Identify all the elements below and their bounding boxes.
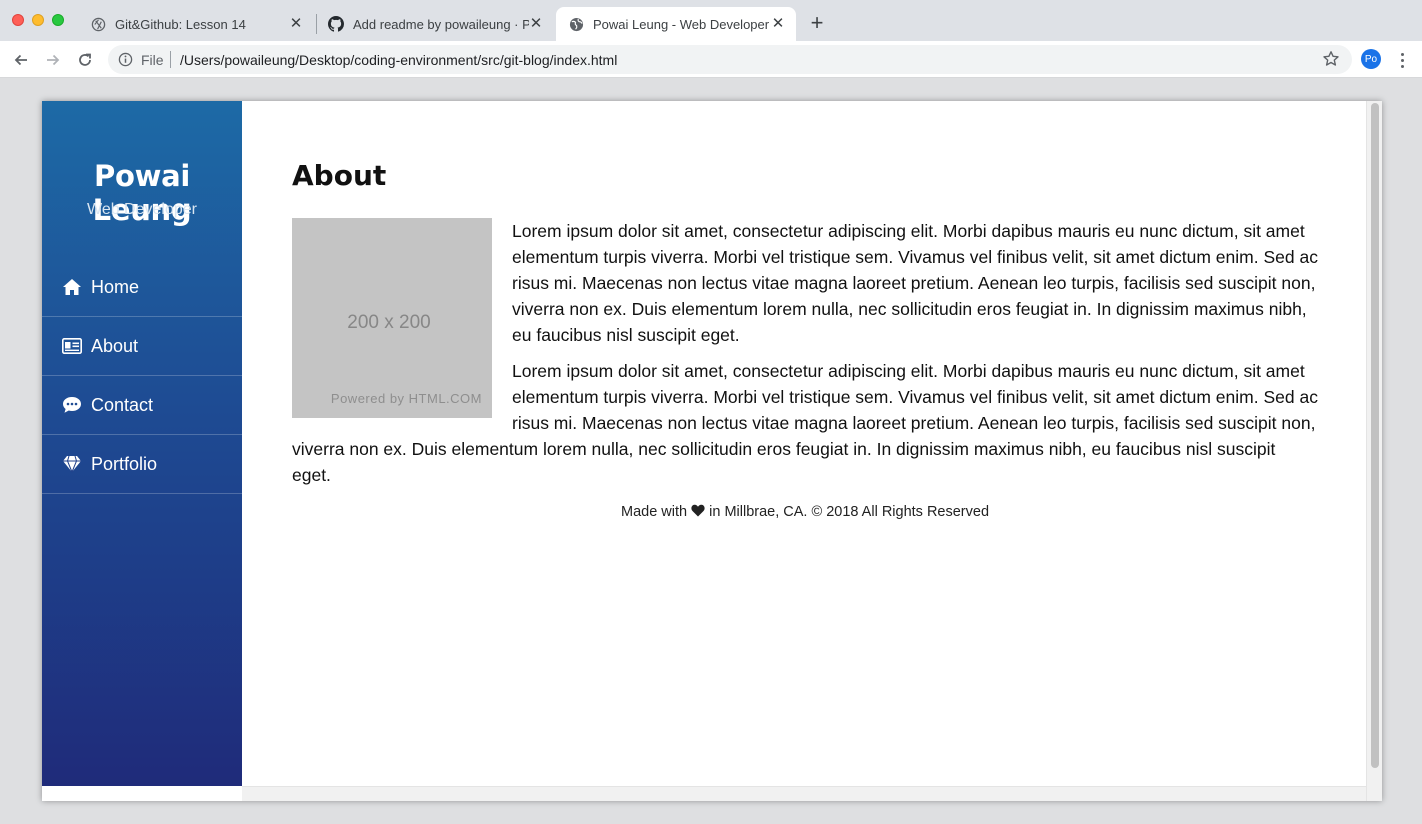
- sidebar-item-contact[interactable]: Contact: [42, 376, 242, 435]
- vertical-scrollbar[interactable]: [1366, 101, 1382, 801]
- close-window-button[interactable]: [12, 14, 24, 26]
- placeholder-image: 200 x 200 Powered by HTML.COM: [292, 218, 492, 418]
- bookmark-star-icon[interactable]: [1322, 50, 1340, 68]
- url-text[interactable]: /Users/powaileung/Desktop/coding-environ…: [180, 52, 617, 68]
- page-title: About: [292, 159, 387, 192]
- sidebar-item-home[interactable]: Home: [42, 258, 242, 317]
- info-icon[interactable]: [118, 52, 133, 67]
- sidebar-item-label: About: [91, 335, 139, 356]
- id-card-icon: [62, 337, 82, 355]
- scrollbar-thumb[interactable]: [1371, 103, 1379, 768]
- scheme-label: File: [141, 52, 164, 68]
- back-button[interactable]: [10, 49, 32, 71]
- sidebar-item-label: Portfolio: [91, 453, 158, 474]
- site-footer: Made with in Millbrae, CA. © 2018 All Ri…: [292, 504, 1318, 520]
- arrow-right-icon: [47, 54, 60, 66]
- browser-tab-lesson[interactable]: Git&Github: Lesson 14 ✕: [78, 7, 314, 41]
- sidebar-item-label: Contact: [91, 394, 154, 415]
- sidebar-item-about[interactable]: About: [42, 317, 242, 376]
- address-bar[interactable]: File /Users/powaileung/Desktop/coding-en…: [108, 45, 1352, 74]
- close-tab-icon[interactable]: ✕: [770, 15, 786, 32]
- close-tab-icon[interactable]: ✕: [288, 15, 304, 32]
- zoom-window-button[interactable]: [52, 14, 64, 26]
- tab-title: Git&Github: Lesson 14: [115, 16, 246, 32]
- heart-icon: [691, 504, 709, 520]
- tab-separator: [316, 14, 317, 34]
- arrow-left-icon: [14, 54, 27, 66]
- chat-bubble-icon: [62, 396, 82, 414]
- browser-menu-icon[interactable]: [1394, 49, 1410, 71]
- horizontal-scrollbar[interactable]: [242, 786, 1366, 801]
- new-tab-button[interactable]: +: [806, 12, 828, 35]
- sidebar-item-label: Home: [91, 276, 140, 297]
- github-icon: [328, 16, 344, 32]
- browser-tab-github[interactable]: Add readme by powaileung · Pull ✕: [318, 7, 554, 41]
- globe-icon: [568, 16, 584, 32]
- browser-toolbar: File /Users/powaileung/Desktop/coding-en…: [0, 41, 1422, 78]
- footer-text-end: in Millbrae, CA. © 2018 All Rights Reser…: [709, 504, 990, 520]
- about-article: 200 x 200 Powered by HTML.COM Lorem ipsu…: [292, 218, 1318, 488]
- browser-tab-active[interactable]: Powai Leung - Web Developer ✕: [556, 7, 796, 41]
- reload-button[interactable]: [74, 49, 96, 71]
- web-page: Powai Leung Web Developer Home About Con…: [42, 101, 1382, 801]
- tab-title: Add readme by powaileung · Pull: [353, 16, 529, 32]
- reload-icon: [79, 53, 91, 66]
- profile-avatar[interactable]: Po: [1361, 49, 1381, 69]
- sidebar-item-portfolio[interactable]: Portfolio: [42, 435, 242, 494]
- placeholder-credit: Powered by HTML.COM: [330, 391, 482, 406]
- site-tagline: Web Developer: [87, 201, 197, 218]
- sidebar: Powai Leung Web Developer Home About Con…: [42, 101, 242, 786]
- gatsby-icon: [90, 16, 106, 32]
- sidebar-nav: Home About Contact Portfolio: [42, 258, 242, 494]
- browser-tab-strip: Git&Github: Lesson 14 ✕ Add readme by po…: [0, 0, 1422, 41]
- address-divider: [170, 51, 171, 68]
- diamond-icon: [62, 455, 82, 473]
- placeholder-size-text: 200 x 200: [347, 312, 431, 333]
- forward-button[interactable]: [42, 49, 64, 71]
- close-tab-icon[interactable]: ✕: [528, 15, 544, 32]
- tab-title: Powai Leung - Web Developer: [593, 16, 770, 32]
- footer-text-start: Made with: [620, 504, 688, 520]
- home-icon: [62, 278, 82, 296]
- minimize-window-button[interactable]: [32, 14, 44, 26]
